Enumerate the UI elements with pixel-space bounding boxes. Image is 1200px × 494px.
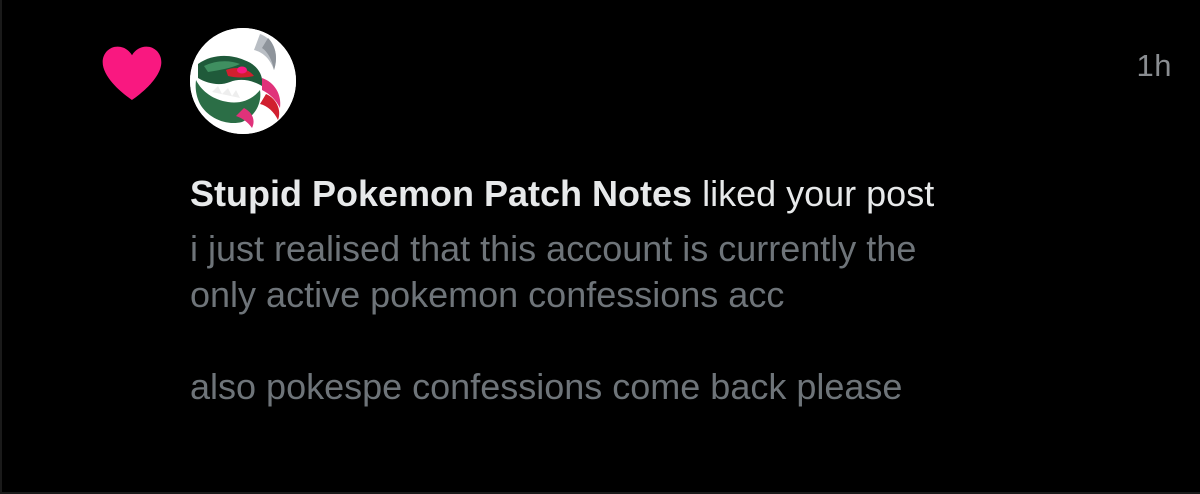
user-name-link[interactable]: Stupid Pokemon Patch Notes: [190, 173, 692, 214]
like-notification[interactable]: 1h Stupid Pokemon Patch Notes liked your…: [0, 0, 1200, 494]
heart-icon: [102, 46, 162, 100]
notification-headline: Stupid Pokemon Patch Notes liked your po…: [190, 170, 1170, 218]
pokemon-avatar-icon: [190, 28, 296, 134]
avatar[interactable]: [190, 28, 296, 134]
action-text: liked your post: [692, 173, 935, 214]
notification-body: Stupid Pokemon Patch Notes liked your po…: [190, 170, 1170, 410]
timestamp: 1h: [1136, 48, 1172, 83]
post-preview-text[interactable]: i just realised that this account is cur…: [190, 226, 1170, 410]
